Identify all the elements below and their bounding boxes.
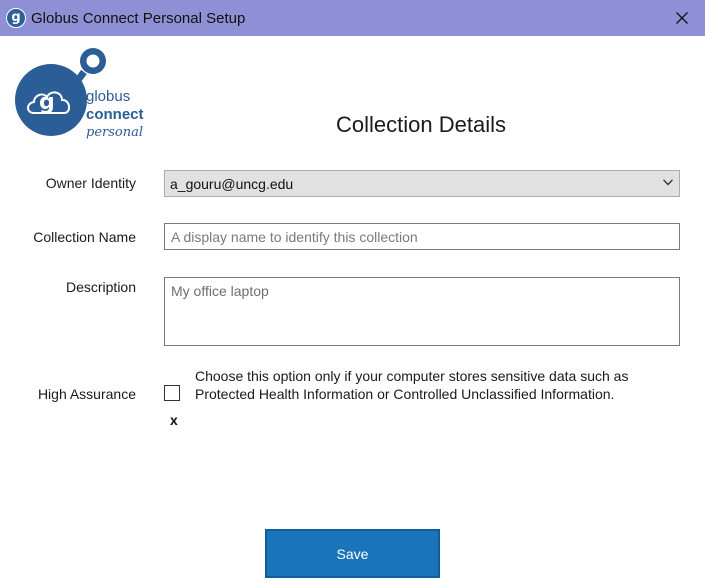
- globus-app-icon: g: [6, 8, 26, 28]
- page-title: Collection Details: [336, 112, 506, 137]
- chevron-down-icon: [663, 179, 673, 186]
- close-icon: [676, 12, 688, 24]
- globus-logo: g globus connect personal: [14, 42, 164, 142]
- window-title: Globus Connect Personal Setup: [31, 10, 246, 27]
- high-assurance-label: High Assurance: [37, 386, 136, 402]
- logo-line-connect: connect: [86, 106, 144, 123]
- description-input[interactable]: [164, 277, 680, 346]
- close-button[interactable]: [659, 0, 705, 36]
- collection-name-input[interactable]: [164, 223, 680, 250]
- logo-line-globus: globus: [86, 88, 131, 105]
- collection-name-label: Collection Name: [33, 229, 136, 245]
- owner-identity-select[interactable]: a_gouru@uncg.edu: [164, 170, 680, 197]
- description-label: Description: [65, 279, 136, 295]
- save-button[interactable]: Save: [265, 529, 440, 578]
- high-assurance-mark: x: [170, 412, 178, 428]
- svg-text:g: g: [39, 90, 55, 115]
- owner-identity-label: Owner Identity: [45, 175, 136, 191]
- high-assurance-checkbox[interactable]: [164, 385, 180, 401]
- title-bar: g Globus Connect Personal Setup: [0, 0, 705, 36]
- logo-line-personal: personal: [86, 125, 144, 140]
- logo-wordmark: globus connect personal: [86, 88, 144, 140]
- high-assurance-description: Choose this option only if your computer…: [195, 368, 629, 402]
- owner-identity-value: a_gouru@uncg.edu: [170, 176, 294, 192]
